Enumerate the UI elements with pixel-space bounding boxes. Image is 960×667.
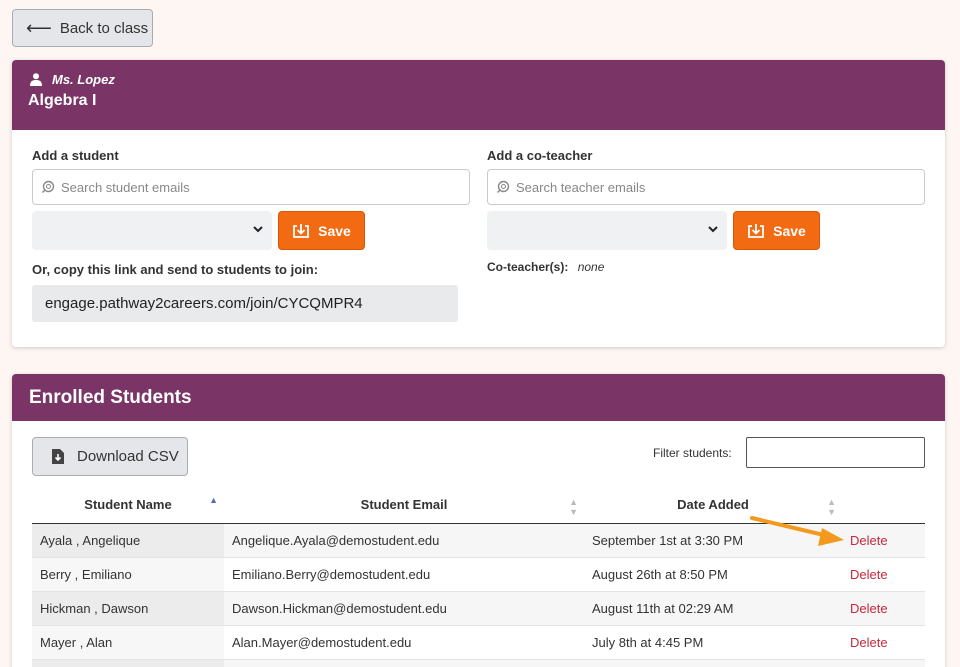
date-added-cell	[584, 659, 842, 667]
teacher-line: Ms. Lopez	[28, 72, 929, 87]
sort-both-icon: ▲ ▼	[569, 497, 578, 517]
save-coteacher-label: Save	[773, 222, 806, 239]
chevron-down-icon	[708, 226, 718, 233]
date-added-cell: August 11th at 02:29 AM	[584, 591, 842, 626]
delete-student-link[interactable]: Delete	[850, 567, 888, 582]
class-title: Algebra I	[28, 92, 97, 109]
date-added-cell: August 26th at 8:50 PM	[584, 557, 842, 592]
sort-both-icon: ▲ ▼	[827, 497, 836, 517]
table-row	[32, 659, 925, 667]
student-search-input[interactable]	[61, 179, 441, 195]
student-name-cell: Ayala , Angelique	[32, 523, 224, 558]
save-student-button[interactable]: Save	[278, 211, 365, 250]
teacher-search-box[interactable]	[487, 169, 925, 205]
column-header-actions	[842, 487, 925, 524]
student-email-cell: Dawson.Hickman@demostudent.edu	[224, 591, 584, 626]
save-student-label: Save	[318, 222, 351, 239]
class-header: Ms. Lopez Algebra I	[12, 60, 945, 130]
column-header-date-added[interactable]: Date Added ▲ ▼	[584, 487, 842, 524]
enrolled-students-table: Student Name ▲ Student Email ▲ ▼ Date Added…	[32, 487, 925, 667]
student-name-cell: Berry , Emiliano	[32, 557, 224, 592]
enrolled-students-title: Enrolled Students	[12, 374, 945, 421]
download-csv-button[interactable]: Download CSV	[32, 437, 188, 476]
delete-student-link[interactable]: Delete	[850, 533, 888, 548]
join-link-box[interactable]: engage.pathway2careers.com/join/CYCQMPR4	[32, 285, 458, 322]
student-select[interactable]	[32, 211, 272, 250]
coteachers-value: none	[577, 260, 605, 274]
date-added-cell: September 1st at 3:30 PM	[584, 523, 842, 558]
search-icon	[497, 180, 510, 193]
teacher-search-input[interactable]	[516, 179, 896, 195]
column-header-student-name[interactable]: Student Name ▲	[32, 487, 224, 524]
copy-link-label: Or, copy this link and send to students …	[32, 262, 319, 277]
filter-students-input[interactable]	[746, 437, 925, 468]
user-icon	[30, 73, 42, 86]
download-tray-icon	[748, 223, 765, 238]
student-name-cell: Hickman , Dawson	[32, 591, 224, 626]
table-row: Ayala , Angelique Angelique.Ayala@demost…	[32, 523, 925, 558]
back-to-class-label: Back to class	[59, 19, 149, 37]
enrolled-students-card: Enrolled Students Download CSV Filter st…	[12, 374, 945, 667]
student-search-box[interactable]	[32, 169, 470, 205]
table-row: Mayer , Alan Alan.Mayer@demostudent.edu …	[32, 625, 925, 660]
download-tray-icon	[293, 223, 310, 238]
chevron-down-icon	[253, 226, 263, 233]
student-email-cell: Emiliano.Berry@demostudent.edu	[224, 557, 584, 592]
add-student-label: Add a student	[32, 148, 119, 163]
file-download-icon	[52, 449, 64, 464]
search-icon	[42, 180, 55, 193]
filter-students-label: Filter students:	[653, 446, 732, 460]
student-email-cell: Angelique.Ayala@demostudent.edu	[224, 523, 584, 558]
sort-ascending-icon: ▲	[209, 495, 218, 505]
add-coteacher-label: Add a co-teacher	[487, 148, 593, 163]
teacher-name: Ms. Lopez	[52, 72, 115, 87]
delete-student-link[interactable]: Delete	[850, 635, 888, 650]
add-student-section: Add a student Save Or, copy this link an…	[32, 148, 470, 322]
date-added-cell: July 8th at 4:45 PM	[584, 625, 842, 660]
table-row: Hickman , Dawson Dawson.Hickman@demostud…	[32, 591, 925, 626]
coteachers-label: Co-teacher(s):	[487, 260, 569, 274]
delete-student-link[interactable]: Delete	[850, 601, 888, 616]
coteachers-line: Co-teacher(s): none	[487, 260, 925, 274]
save-coteacher-button[interactable]: Save	[733, 211, 820, 250]
student-name-cell	[32, 659, 224, 667]
arrow-left-icon: ⟵	[26, 18, 52, 38]
column-header-student-email[interactable]: Student Email ▲ ▼	[224, 487, 584, 524]
download-csv-label: Download CSV	[77, 448, 179, 465]
student-email-cell: Alan.Mayer@demostudent.edu	[224, 625, 584, 660]
student-email-cell	[224, 659, 584, 667]
teacher-select[interactable]	[487, 211, 727, 250]
add-coteacher-section: Add a co-teacher Save Co-teacher(s): non…	[487, 148, 925, 274]
student-name-cell: Mayer , Alan	[32, 625, 224, 660]
back-to-class-button[interactable]: ⟵ Back to class	[12, 9, 153, 47]
class-settings-card: Ms. Lopez Algebra I Add a student Save O…	[12, 60, 945, 347]
table-row: Berry , Emiliano Emiliano.Berry@demostud…	[32, 557, 925, 592]
